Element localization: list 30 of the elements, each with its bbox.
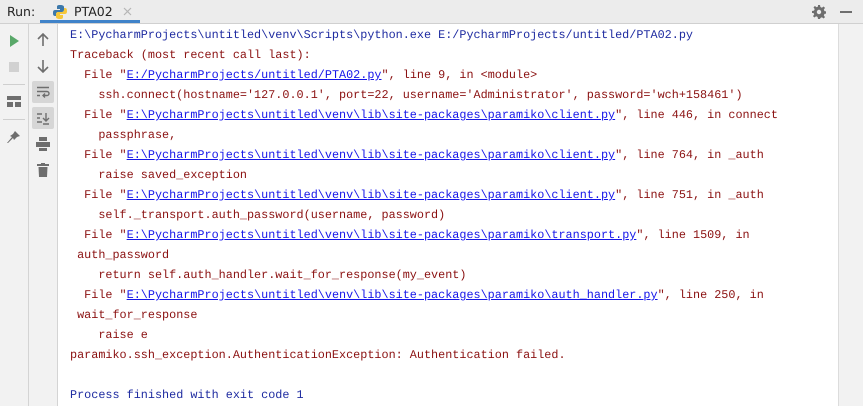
traceback-line: File "E:/PycharmProjects/untitled/PTA02.py", line 9, in <module>	[84, 68, 538, 82]
code-line: ssh.connect(hostname='127.0.0.1', port=22, username='Administrator', password='wch+158461')	[98, 88, 743, 102]
file-link[interactable]: E:\PycharmProjects\untitled\venv\lib\site-packages\paramiko\client.py	[126, 148, 616, 162]
code-line: self._transport.auth_password(username, password)	[98, 208, 446, 222]
traceback-line: wait_for_response	[77, 308, 198, 322]
code-line: raise saved_exception	[98, 168, 247, 182]
run-label: Run:	[6, 3, 36, 21]
wrap-icon[interactable]	[32, 81, 54, 103]
command-line: E:\PycharmProjects\untitled\venv\Scripts\python.exe E:/PycharmProjects/untitled/PTA02.py	[70, 28, 693, 42]
scroll-to-end-icon[interactable]	[32, 107, 54, 129]
exit-message: Process finished with exit code 1	[70, 388, 304, 402]
traceback-line: Traceback (most recent call last):	[70, 48, 311, 62]
code-line: raise e	[98, 328, 148, 342]
traceback-line: File "E:\PycharmProjects\untitled\venv\lib\site-packages\paramiko\client.py", line 751, in _auth	[84, 188, 764, 202]
traceback-line: File "E:\PycharmProjects\untitled\venv\lib\site-packages\paramiko\transport.py", line 1509, in	[84, 228, 750, 242]
traceback-line: File "E:\PycharmProjects\untitled\venv\lib\site-packages\paramiko\client.py", line 446, in connect	[84, 108, 778, 122]
code-line: passphrase,	[98, 128, 176, 142]
file-link[interactable]: E:\PycharmProjects\untitled\venv\lib\site-packages\paramiko\client.py	[126, 108, 616, 122]
exception-message: paramiko.ssh_exception.AuthenticationException: Authentication failed.	[70, 348, 566, 362]
traceback-line: File "E:\PycharmProjects\untitled\venv\lib\site-packages\paramiko\client.py", line 764, in _auth	[84, 148, 764, 162]
traceback-line: File "E:\PycharmProjects\untitled\venv\lib\site-packages\paramiko\auth_handler.py", line 250, in	[84, 288, 764, 302]
run-tab[interactable]: PTA02	[40, 0, 140, 23]
file-link[interactable]: E:/PycharmProjects/untitled/PTA02.py	[126, 68, 382, 82]
file-link[interactable]: E:\PycharmProjects\untitled\venv\lib\site-packages\paramiko\client.py	[126, 188, 616, 202]
code-line: return self.auth_handler.wait_for_response(my_event)	[98, 268, 466, 282]
scrollbar-track[interactable]	[838, 24, 863, 406]
traceback-line: auth_password	[77, 248, 170, 262]
file-link[interactable]: E:\PycharmProjects\untitled\venv\lib\site-packages\paramiko\transport.py	[126, 228, 636, 242]
file-link[interactable]: E:\PycharmProjects\untitled\venv\lib\site-packages\paramiko\auth_handler.py	[126, 288, 658, 302]
python-icon	[52, 4, 68, 20]
